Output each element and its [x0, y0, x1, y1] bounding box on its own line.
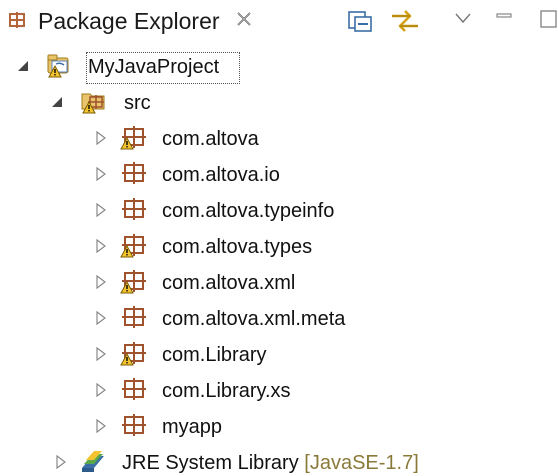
- view-menu-icon[interactable]: [454, 11, 472, 25]
- tree-item-package[interactable]: com.altova.types: [0, 228, 558, 264]
- source-folder-warning-icon: [81, 93, 105, 114]
- tree-item-label: com.altova.xml.meta: [162, 308, 346, 330]
- collapsed-twisty-icon[interactable]: [94, 383, 108, 397]
- library-version-decoration: [JavaSE-1.7]: [304, 452, 419, 474]
- library-name: JRE System Library: [122, 452, 299, 474]
- tree-item-project[interactable]: MyJavaProject: [0, 48, 558, 84]
- tree-item-src[interactable]: src: [0, 84, 558, 120]
- tree-item-label: myapp: [162, 416, 223, 438]
- tree-item-jre-library[interactable]: JRE System Library [JavaSE-1.7]: [0, 444, 558, 476]
- tree-item-label: com.Library: [162, 344, 267, 366]
- tree-item-package[interactable]: com.altova.io: [0, 156, 558, 192]
- package-warning-icon: [120, 342, 146, 366]
- package-warning-icon: [120, 234, 146, 258]
- collapsed-twisty-icon[interactable]: [94, 419, 108, 433]
- package-icon: [122, 414, 146, 436]
- maximize-icon[interactable]: [536, 7, 558, 31]
- tree-item-label: src: [124, 92, 151, 114]
- tree-item-package[interactable]: com.Library: [0, 336, 558, 372]
- view-title[interactable]: Package Explorer: [38, 7, 220, 35]
- tree-item-label: com.altova.io: [162, 164, 280, 186]
- tree-item-label: com.altova.types: [162, 236, 313, 258]
- tree-item-label: com.Library.xs: [162, 380, 291, 402]
- package-explorer-icon: [9, 12, 25, 28]
- package-icon: [122, 198, 146, 220]
- tree-item-label: JRE System Library [JavaSE-1.7]: [122, 450, 419, 476]
- library-icon: [82, 451, 104, 472]
- collapsed-twisty-icon[interactable]: [54, 455, 68, 469]
- tree-item-package[interactable]: com.Library.xs: [0, 372, 558, 408]
- java-project-warning-icon: [47, 54, 69, 78]
- package-icon: [122, 306, 146, 328]
- package-warning-icon: [120, 270, 146, 294]
- collapsed-twisty-icon[interactable]: [94, 275, 108, 289]
- expanded-twisty-icon[interactable]: [50, 95, 64, 109]
- package-explorer-view: Package Explorer MyJavaProject src com.a…: [0, 0, 558, 476]
- tree-item-package[interactable]: com.altova.xml: [0, 264, 558, 300]
- tree-item-label: MyJavaProject: [88, 56, 220, 78]
- tree-item-package[interactable]: myapp: [0, 408, 558, 444]
- tree-item-package[interactable]: com.altova.xml.meta: [0, 300, 558, 336]
- tree-item-label: com.altova.typeinfo: [162, 200, 335, 222]
- link-with-editor-icon[interactable]: [388, 7, 422, 35]
- tree-item-package[interactable]: com.altova.typeinfo: [0, 192, 558, 228]
- expanded-twisty-icon[interactable]: [16, 59, 30, 73]
- collapsed-twisty-icon[interactable]: [94, 167, 108, 181]
- package-icon: [122, 162, 146, 184]
- package-icon: [122, 378, 146, 400]
- collapsed-twisty-icon[interactable]: [94, 347, 108, 361]
- package-tree: MyJavaProject src com.altova com.altova.…: [0, 44, 558, 476]
- minimize-icon[interactable]: [494, 9, 514, 23]
- collapse-all-icon[interactable]: [346, 9, 374, 33]
- collapsed-twisty-icon[interactable]: [94, 239, 108, 253]
- collapsed-twisty-icon[interactable]: [94, 203, 108, 217]
- tree-item-label: com.altova.xml: [162, 272, 296, 294]
- view-tab-bar: Package Explorer: [0, 0, 558, 40]
- tree-item-label: com.altova: [162, 128, 259, 150]
- tree-item-package[interactable]: com.altova: [0, 120, 558, 156]
- collapsed-twisty-icon[interactable]: [94, 131, 108, 145]
- close-icon[interactable]: [234, 9, 254, 29]
- collapsed-twisty-icon[interactable]: [94, 311, 108, 325]
- package-warning-icon: [120, 126, 146, 150]
